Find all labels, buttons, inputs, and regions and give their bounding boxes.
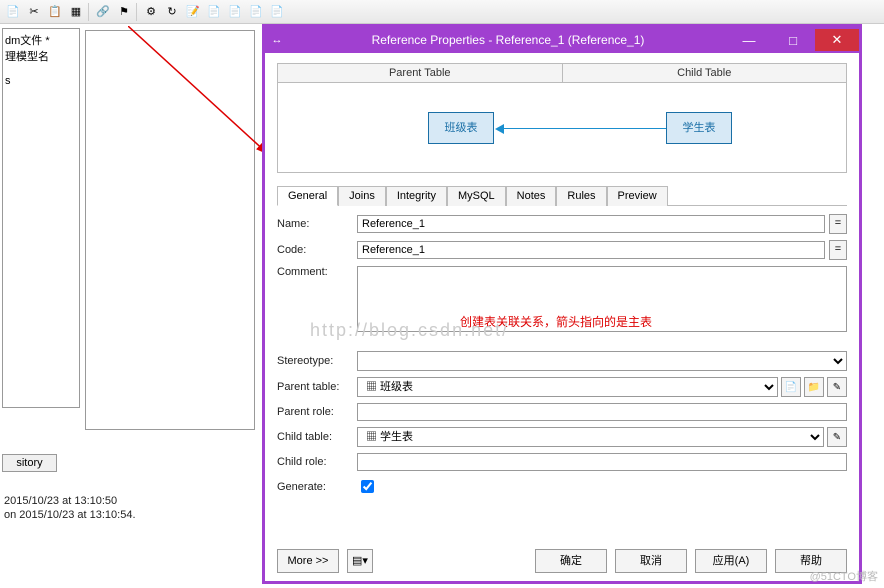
tree-item[interactable]: s (5, 73, 77, 89)
workspace-panel (85, 30, 255, 430)
log-output: 2015/10/23 at 13:10:50 on 2015/10/23 at … (4, 494, 136, 522)
tool-icon[interactable]: 📄 (226, 3, 244, 21)
tool-icon[interactable]: 📄 (268, 3, 286, 21)
ok-button[interactable]: 确定 (535, 549, 607, 573)
stereotype-label: Stereotype: (277, 355, 357, 367)
tab-general[interactable]: General (277, 186, 338, 206)
child-entity[interactable]: 学生表 (666, 112, 732, 144)
maximize-button[interactable]: □ (771, 29, 815, 51)
code-field[interactable] (357, 241, 825, 259)
child-role-label: Child role: (277, 456, 357, 468)
apply-button[interactable]: 应用(A) (695, 549, 767, 573)
tab-mysql[interactable]: MySQL (447, 186, 506, 206)
cancel-button[interactable]: 取消 (615, 549, 687, 573)
reference-properties-dialog: ↔ Reference Properties - Reference_1 (Re… (262, 24, 862, 584)
tool-icon[interactable]: ▦ (67, 3, 85, 21)
generate-label: Generate: (277, 481, 357, 493)
titlebar[interactable]: ↔ Reference Properties - Reference_1 (Re… (265, 27, 859, 53)
parent-role-field[interactable] (357, 403, 847, 421)
main-toolbar: 📄 ✂ 📋 ▦ 🔗 ⚑ ⚙ ↻ 📝 📄 📄 📄 📄 (0, 0, 884, 24)
window-icon: ↔ (265, 34, 289, 46)
tool-icon[interactable]: 📄 (247, 3, 265, 21)
new-icon[interactable]: ✎ (827, 377, 847, 397)
code-label: Code: (277, 244, 357, 256)
tool-icon[interactable]: 📋 (46, 3, 64, 21)
child-table-select[interactable]: ▦ 学生表 (357, 427, 824, 447)
log-line: on 2015/10/23 at 13:10:54. (4, 508, 136, 522)
child-table-label: Child table: (277, 431, 357, 443)
relation-line (503, 128, 666, 129)
more-button[interactable]: More >> (277, 549, 339, 573)
tool-icon[interactable]: 📝 (184, 3, 202, 21)
parent-table-header: Parent Table (278, 64, 563, 82)
log-line: 2015/10/23 at 13:10:50 (4, 494, 136, 508)
dropdown-icon-button[interactable]: ▤▾ (347, 549, 373, 573)
parent-table-select[interactable]: ▦ 班级表 (357, 377, 778, 397)
properties-icon[interactable]: 📄 (781, 377, 801, 397)
close-button[interactable]: ✕ (815, 29, 859, 51)
name-label: Name: (277, 218, 357, 230)
separator (136, 3, 139, 21)
watermark-corner: @51CTO博客 (810, 568, 878, 584)
cut-icon[interactable]: ✂ (25, 3, 43, 21)
relationship-diagram: 班级表 学生表 (277, 83, 847, 173)
child-role-field[interactable] (357, 453, 847, 471)
lock-code-button[interactable]: = (829, 240, 847, 260)
tab-bar: General Joins Integrity MySQL Notes Rule… (277, 185, 847, 206)
comment-field[interactable] (357, 266, 847, 332)
browse-icon[interactable]: 📁 (804, 377, 824, 397)
minimize-button[interactable]: — (727, 29, 771, 51)
lock-name-button[interactable]: = (829, 214, 847, 234)
diagram-header: Parent Table Child Table (277, 63, 847, 83)
parent-entity[interactable]: 班级表 (428, 112, 494, 144)
tool-icon[interactable]: 📄 (205, 3, 223, 21)
properties-icon[interactable]: ✎ (827, 427, 847, 447)
tab-notes[interactable]: Notes (506, 186, 557, 206)
tab-preview[interactable]: Preview (607, 186, 668, 206)
generate-checkbox[interactable] (361, 480, 374, 493)
tool-icon[interactable]: 🔗 (94, 3, 112, 21)
tab-rules[interactable]: Rules (556, 186, 606, 206)
separator (88, 3, 91, 21)
tree-panel: dm文件 * 理模型名 s (2, 28, 80, 408)
tree-item[interactable]: 理模型名 (5, 49, 77, 65)
comment-label: Comment: (277, 266, 357, 278)
tool-icon[interactable]: ⚙ (142, 3, 160, 21)
window-title: Reference Properties - Reference_1 (Refe… (289, 33, 727, 47)
stereotype-select[interactable] (357, 351, 847, 371)
parent-role-label: Parent role: (277, 406, 357, 418)
general-form: Name: = Code: = Comment: Stereotype: (277, 206, 847, 496)
arrow-head-icon (495, 124, 504, 134)
tab-integrity[interactable]: Integrity (386, 186, 447, 206)
child-table-header: Child Table (563, 64, 847, 82)
name-field[interactable] (357, 215, 825, 233)
tab-joins[interactable]: Joins (338, 186, 386, 206)
tree-item[interactable]: dm文件 * (5, 33, 77, 49)
tool-icon[interactable]: ⚑ (115, 3, 133, 21)
parent-table-label: Parent table: (277, 381, 357, 393)
repository-tab[interactable]: sitory (2, 454, 57, 472)
tool-icon[interactable]: ↻ (163, 3, 181, 21)
dialog-footer: More >> ▤▾ 确定 取消 应用(A) 帮助 (277, 549, 847, 573)
tool-icon[interactable]: 📄 (4, 3, 22, 21)
